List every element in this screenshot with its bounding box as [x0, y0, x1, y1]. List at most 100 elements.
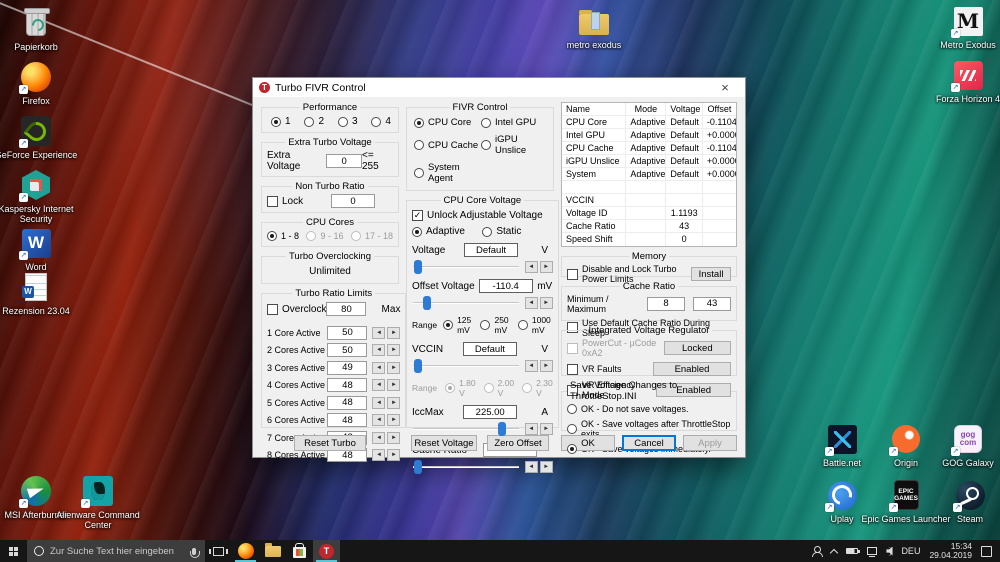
spinner-left-icon[interactable] — [372, 344, 386, 356]
action-center-icon[interactable] — [981, 545, 992, 557]
spinner-right-icon[interactable] — [387, 379, 401, 391]
fivr-radio-cpu-cache[interactable]: CPU Cache — [414, 134, 481, 156]
spinner-right-icon[interactable] — [387, 396, 401, 409]
fivr-radio-system-agent[interactable]: System Agent — [414, 162, 481, 184]
range-250mv-radio[interactable]: 250 mV — [480, 315, 511, 335]
fivr-radio-intel-gpu[interactable]: Intel GPU — [481, 117, 548, 128]
spinner-right-icon[interactable] — [539, 297, 553, 309]
vr-faults-status-button[interactable]: Enabled — [653, 362, 731, 377]
desktop-icon-gog-galaxy[interactable]: GOG Galaxy — [936, 422, 1000, 468]
apply-button[interactable]: Apply — [683, 435, 737, 451]
static-radio[interactable]: Static — [482, 226, 552, 237]
desktop-icon-rezension[interactable]: Rezension 23.04 — [0, 270, 78, 316]
spinner-left-icon[interactable] — [372, 379, 386, 391]
overclock-checkbox[interactable]: Overclock — [267, 303, 326, 315]
cores-radio-1-8[interactable]: 1 - 8 — [267, 231, 299, 241]
desktop-icon-word[interactable]: Word — [0, 226, 72, 272]
voltage-slider[interactable] — [412, 260, 520, 274]
taskbar-clock[interactable]: 15:34 29.04.2019 — [929, 542, 972, 560]
fivr-radio-cpu-core[interactable]: CPU Core — [414, 117, 481, 128]
desktop-icon-kaspersky[interactable]: Kaspersky Internet Security — [0, 168, 78, 224]
desktop-icon-metro-exodus[interactable]: Metro Exodus — [926, 4, 1000, 50]
ratio-input[interactable]: 50 — [327, 343, 368, 357]
zero-offset-button[interactable]: Zero Offset — [487, 435, 549, 451]
spinner-left-icon[interactable] — [524, 461, 538, 473]
spinner-right-icon[interactable] — [387, 414, 401, 426]
unlock-voltage-checkbox[interactable]: Unlock Adjustable Voltage — [412, 210, 553, 221]
start-button[interactable] — [0, 540, 27, 562]
task-view-button[interactable] — [205, 540, 232, 562]
language-indicator[interactable]: DEU — [901, 546, 920, 556]
performance-radio-1[interactable]: 1 — [271, 116, 291, 127]
taskbar-throttlestop-button[interactable] — [313, 540, 340, 562]
search-box[interactable]: Zur Suche Text hier eingeben — [27, 540, 205, 562]
spinner-left-icon[interactable] — [372, 396, 386, 409]
desktop-icon-metro-exodus-folder[interactable]: metro exodus — [552, 4, 636, 50]
title-bar[interactable]: Turbo FIVR Control — [253, 78, 745, 97]
spinner-right-icon[interactable] — [387, 326, 401, 339]
offset-voltage-slider[interactable] — [412, 296, 520, 310]
slider-thumb[interactable] — [414, 460, 423, 474]
spinner-left-icon[interactable] — [524, 261, 538, 273]
adaptive-radio[interactable]: Adaptive — [412, 226, 482, 237]
desktop-icon-firefox[interactable]: Firefox — [0, 60, 72, 106]
spinner-left-icon[interactable] — [524, 423, 538, 435]
save-option-none[interactable]: OK - Do not save voltages. — [567, 404, 731, 415]
ratio-input[interactable]: 48 — [327, 395, 368, 410]
range-125mv-radio[interactable]: 125 mV — [443, 315, 474, 335]
extra-voltage-input[interactable]: 0 — [326, 154, 362, 168]
reset-turbo-button[interactable]: Reset Turbo — [294, 435, 366, 451]
iccmax-value-box[interactable]: 225.00 — [463, 405, 518, 419]
close-icon[interactable] — [711, 78, 739, 97]
desktop-icon-steam[interactable]: Steam — [940, 478, 1000, 524]
non-turbo-ratio-input[interactable]: 0 — [331, 194, 375, 208]
spinner-right-icon[interactable] — [539, 461, 553, 473]
network-icon[interactable] — [867, 547, 878, 557]
spinner-left-icon[interactable] — [372, 361, 386, 374]
battery-icon[interactable] — [846, 548, 861, 554]
vccin-slider[interactable] — [412, 359, 520, 373]
people-icon[interactable] — [811, 545, 824, 557]
iccmax-slider[interactable] — [412, 422, 520, 436]
spinner-left-icon[interactable] — [524, 297, 538, 309]
performance-radio-4[interactable]: 4 — [371, 116, 391, 127]
cache-min-input[interactable]: 8 — [647, 296, 685, 311]
spinner-right-icon[interactable] — [387, 344, 401, 356]
offset-voltage-box[interactable]: -110.4 — [478, 279, 533, 293]
vr-faults-checkbox[interactable]: VR Faults — [567, 363, 622, 375]
ratio-input[interactable]: 48 — [327, 413, 368, 427]
ratio-input[interactable]: 49 — [327, 360, 368, 375]
spinner-right-icon[interactable] — [539, 261, 553, 273]
spinner-right-icon[interactable] — [539, 423, 553, 435]
lock-checkbox[interactable]: Lock — [267, 195, 303, 207]
desktop-icon-forza-horizon-4[interactable]: Forza Horizon 4 — [926, 58, 1000, 104]
slider-thumb[interactable] — [498, 422, 507, 436]
desktop-icon-battlenet[interactable]: Battle.net — [808, 422, 876, 468]
voltage-value-box[interactable]: Default — [464, 243, 519, 257]
chevron-up-icon[interactable] — [830, 548, 839, 557]
slider-thumb[interactable] — [422, 296, 431, 310]
taskbar-firefox-button[interactable] — [232, 540, 259, 562]
desktop-icon-geforce-experience[interactable]: GeForce Experience — [0, 114, 78, 160]
vccin-value-box[interactable]: Default — [462, 342, 517, 356]
slider-thumb[interactable] — [414, 260, 423, 274]
cache-max-input[interactable]: 43 — [693, 296, 731, 311]
performance-radio-3[interactable]: 3 — [337, 116, 358, 127]
performance-radio-2[interactable]: 2 — [304, 116, 324, 127]
powercut-status-button[interactable]: Locked — [663, 341, 731, 356]
cancel-button[interactable]: Cancel — [622, 435, 676, 451]
spinner-right-icon[interactable] — [539, 360, 553, 372]
desktop-icon-recycle-bin[interactable]: Papierkorb — [0, 6, 72, 52]
max-ratio-input[interactable]: 80 — [326, 302, 367, 316]
desktop-icon-origin[interactable]: Origin — [876, 422, 936, 468]
fivr-radio-igpu-unslice[interactable]: iGPU Unslice — [481, 134, 548, 156]
spinner-left-icon[interactable] — [372, 326, 386, 339]
ratio-input[interactable]: 48 — [327, 378, 368, 392]
install-button[interactable]: Install — [691, 267, 731, 281]
microphone-icon[interactable] — [189, 547, 200, 558]
desktop-icon-alienware[interactable]: Alienware Command Center — [52, 474, 144, 530]
taskbar-store-button[interactable] — [286, 540, 313, 562]
slider-thumb[interactable] — [414, 359, 423, 373]
ratio-input[interactable]: 50 — [327, 325, 368, 340]
spinner-left-icon[interactable] — [372, 414, 386, 426]
